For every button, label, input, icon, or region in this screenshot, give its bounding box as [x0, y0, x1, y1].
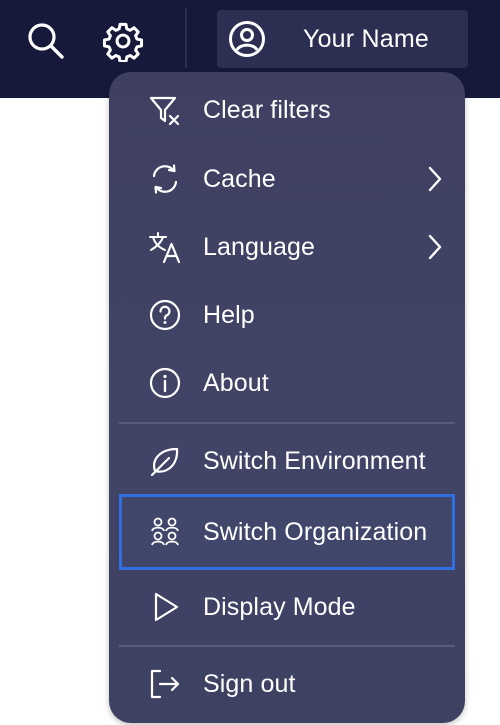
- header-divider: [185, 8, 187, 68]
- menu-divider: [119, 422, 455, 424]
- people-group-icon: [145, 512, 185, 552]
- menu-item-language[interactable]: Language: [121, 215, 453, 279]
- menu-item-cache[interactable]: Cache: [121, 147, 453, 211]
- play-triangle-icon: [145, 587, 185, 627]
- menu-item-label: Clear filters: [203, 95, 331, 124]
- menu-divider: [119, 645, 455, 647]
- menu-item-label: Switch Organization: [203, 517, 428, 546]
- menu-item-clear-filters[interactable]: Clear filters: [121, 78, 453, 142]
- translate-icon: [145, 227, 185, 267]
- settings-dropdown-menu: Clear filters Cache Language Help About …: [109, 72, 465, 723]
- menu-item-about[interactable]: About: [121, 351, 453, 415]
- user-menu-button[interactable]: Your Name: [217, 10, 468, 68]
- search-icon: [26, 21, 66, 61]
- menu-item-sign-out[interactable]: Sign out: [121, 652, 453, 716]
- user-circle-icon: [227, 19, 267, 59]
- help-circle-icon: [145, 295, 185, 335]
- filter-clear-icon: [145, 90, 185, 130]
- menu-item-label: Sign out: [203, 669, 296, 698]
- menu-item-label: Help: [203, 300, 255, 329]
- menu-item-switch-organization[interactable]: Switch Organization: [119, 494, 455, 570]
- menu-item-label: Language: [203, 232, 316, 261]
- settings-button[interactable]: [99, 17, 147, 65]
- menu-item-label: Cache: [203, 164, 276, 193]
- user-name: Your Name: [303, 24, 429, 53]
- search-button[interactable]: [22, 17, 70, 65]
- menu-item-label: Display Mode: [203, 592, 356, 621]
- sign-out-icon: [145, 664, 185, 704]
- menu-item-label: Switch Environment: [203, 446, 426, 475]
- chevron-right-icon: [423, 164, 447, 194]
- leaf-icon: [145, 441, 185, 481]
- menu-item-label: About: [203, 368, 269, 397]
- menu-item-help[interactable]: Help: [121, 283, 453, 347]
- chevron-right-icon: [423, 232, 447, 262]
- refresh-icon: [145, 159, 185, 199]
- gear-icon: [102, 20, 144, 62]
- menu-item-display-mode[interactable]: Display Mode: [121, 575, 453, 639]
- menu-item-switch-environment[interactable]: Switch Environment: [121, 429, 453, 493]
- info-circle-icon: [145, 363, 185, 403]
